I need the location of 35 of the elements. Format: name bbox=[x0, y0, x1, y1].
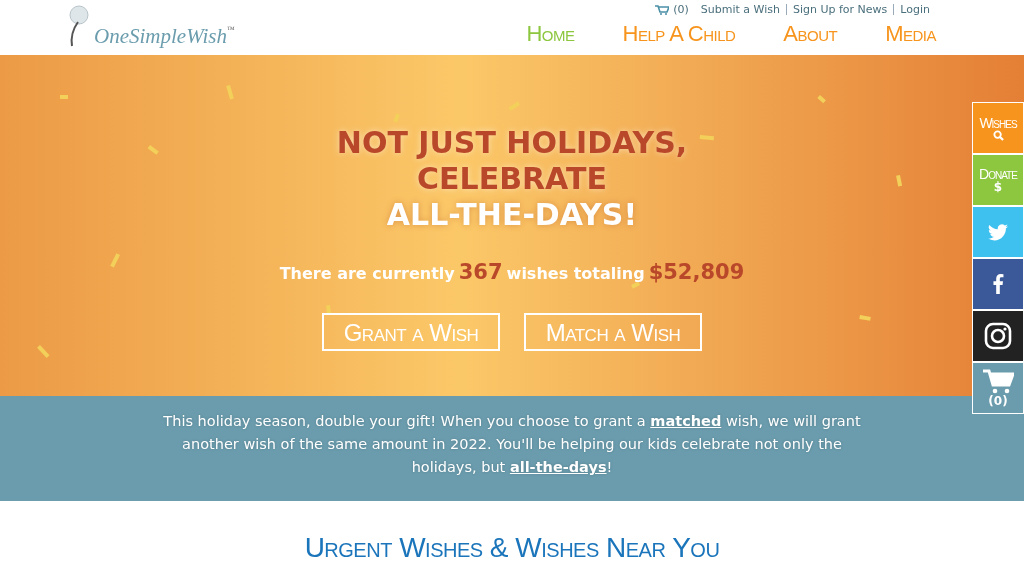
promo-link[interactable]: matched bbox=[650, 413, 722, 429]
stat-text: There are currently bbox=[279, 263, 455, 285]
nav-link[interactable]: Help A Child bbox=[622, 23, 736, 45]
logo[interactable]: OneSimpleWish™ bbox=[66, 0, 235, 55]
camera-icon bbox=[984, 322, 1012, 350]
search-icon bbox=[992, 129, 1004, 141]
wishes-tile[interactable]: Wishes bbox=[972, 102, 1024, 154]
twitter-tile[interactable] bbox=[972, 206, 1024, 258]
promo-link[interactable]: all-the-days bbox=[509, 459, 607, 475]
nav-link[interactable]: About bbox=[783, 23, 838, 45]
top-link[interactable]: Submit a Wish bbox=[694, 4, 787, 15]
stat-value: $52,809 bbox=[648, 259, 745, 286]
cart-link[interactable]: (0) bbox=[649, 4, 695, 15]
hero-button[interactable]: Grant a Wish bbox=[322, 312, 500, 351]
nav-link[interactable]: Media bbox=[885, 23, 936, 45]
cart-icon bbox=[982, 369, 1014, 395]
section-title: Urgent Wishes & Wishes Near You bbox=[303, 531, 721, 565]
cart-icon bbox=[655, 4, 670, 15]
instagram-tile[interactable] bbox=[972, 310, 1024, 362]
headline: CELEBRATE bbox=[417, 161, 607, 197]
top-link[interactable]: Login bbox=[894, 4, 936, 15]
nav-link[interactable]: Home bbox=[526, 23, 575, 45]
promo-text: This holiday season, double your gift! When you choose to grant a matched wish, we will grant another wish of the same amount in 2022. You'll be helping our kids celebrate not only the holidays, but all-the-days! bbox=[162, 412, 862, 477]
headline: ALL-THE-DAYS! bbox=[386, 197, 638, 233]
donate-tile[interactable]: Donate $ bbox=[972, 154, 1024, 206]
cart-tile[interactable]: (0) bbox=[972, 362, 1024, 414]
stat-value: 367 bbox=[458, 259, 503, 286]
top-link[interactable]: Sign Up for News bbox=[786, 4, 895, 15]
dandelion-icon bbox=[66, 5, 90, 47]
facebook-tile[interactable] bbox=[972, 258, 1024, 310]
hero-button[interactable]: Match a Wish bbox=[524, 312, 702, 351]
headline: NOT JUST HOLIDAYS, bbox=[336, 125, 688, 161]
facebook-icon bbox=[992, 274, 1004, 294]
bird-icon bbox=[988, 223, 1008, 241]
stat-text: wishes totaling bbox=[506, 263, 645, 285]
